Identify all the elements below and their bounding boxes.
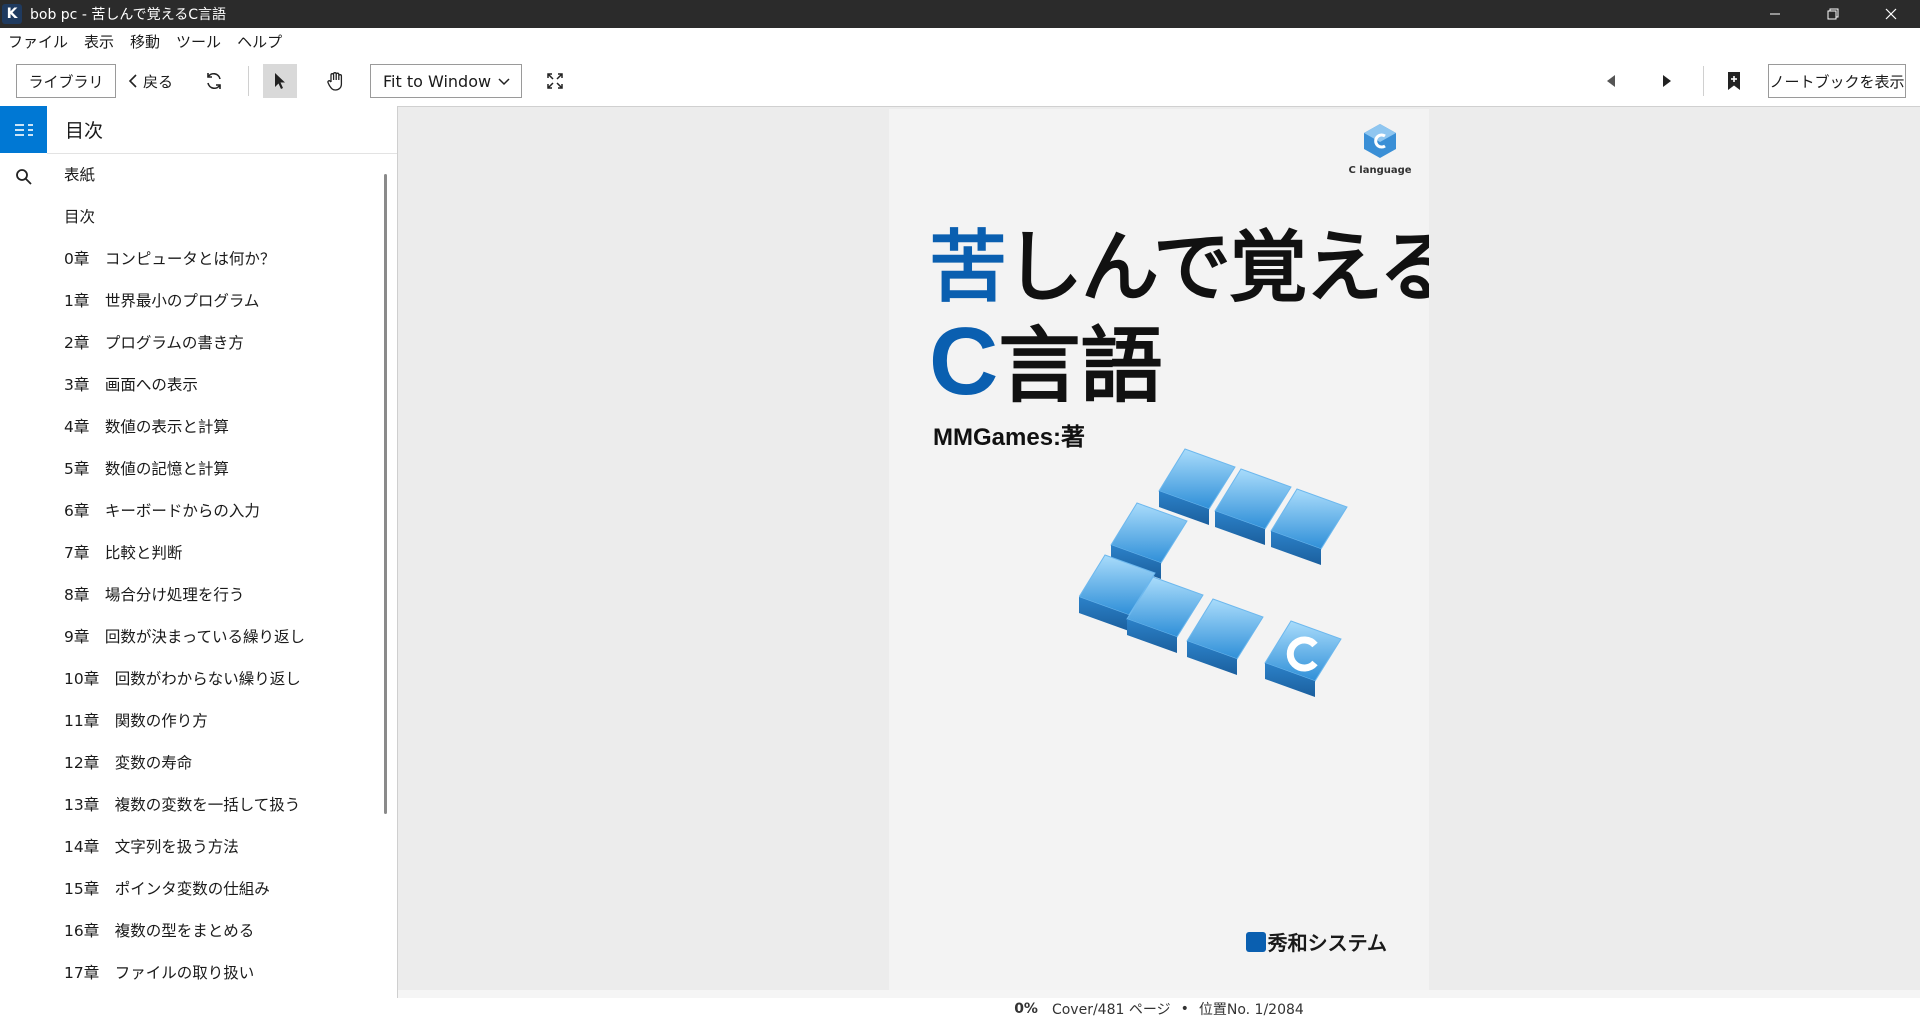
toc-item[interactable]: 15章 ポインタ変数の仕組み (47, 868, 397, 910)
hand-tool-button[interactable] (319, 64, 353, 98)
triangle-right-icon (1663, 75, 1671, 87)
book-viewer[interactable]: C language 苦しんで覚える C言語 MMGames:著 秀和システム (398, 106, 1920, 991)
toolbar: ライブラリ 戻る Fit to Window ノートブックを表示 (0, 56, 1920, 106)
publisher-logo: 秀和システム (1245, 927, 1387, 956)
toc-item[interactable]: 10章 回数がわからない繰り返し (47, 658, 397, 700)
search-tab-button[interactable] (0, 153, 47, 200)
sidebar-rail (0, 106, 48, 998)
toc-item[interactable]: 12章 変数の寿命 (47, 742, 397, 784)
title-c-letter: C (929, 308, 999, 415)
progress-percent: 0% (1014, 1001, 1038, 1017)
toc-item[interactable]: 4章 数値の表示と計算 (47, 406, 397, 448)
c-language-text: C language (1348, 165, 1412, 176)
toolbar-divider (1703, 66, 1704, 96)
refresh-button[interactable] (197, 64, 231, 98)
next-page-button[interactable] (1650, 64, 1684, 98)
show-notebook-button[interactable]: ノートブックを表示 (1768, 64, 1906, 98)
chevron-left-icon (128, 74, 137, 88)
c-language-icon (1364, 124, 1396, 158)
cursor-arrow-icon (275, 73, 285, 89)
book-title-line2: C言語 (929, 299, 1162, 418)
c-language-logo: C language (1345, 121, 1415, 176)
location-indicator: 位置No. 1/2084 (1198, 1002, 1304, 1018)
fullscreen-button[interactable] (538, 64, 572, 98)
toc-panel: 目次 表紙 目次 0章 コンピュータとは何か？ 1章 世界最小のプログラム 2章… (47, 106, 398, 998)
zoom-select[interactable]: Fit to Window (370, 64, 522, 98)
minimize-button[interactable] (1746, 0, 1804, 28)
toc-item[interactable]: 14章 文字列を扱う方法 (47, 826, 397, 868)
toc-tab-button[interactable] (0, 106, 47, 153)
c-block (1264, 620, 1342, 697)
viewer-bottom-strip (398, 990, 1920, 998)
add-bookmark-button[interactable] (1717, 64, 1751, 98)
block (1186, 598, 1264, 675)
book-author: MMGames:著 (933, 424, 1086, 451)
search-icon (15, 168, 32, 185)
zoom-value: Fit to Window (383, 71, 492, 91)
hand-icon (327, 72, 343, 91)
c-blocks-illustration (1079, 448, 1348, 697)
book-cover-page: C language 苦しんで覚える C言語 MMGames:著 秀和システム (889, 109, 1429, 991)
menu-help[interactable]: ヘルプ (229, 28, 290, 56)
toc-item[interactable]: 11章 関数の作り方 (47, 700, 397, 742)
toc-item[interactable]: 9章 回数が決まっている繰り返し (47, 616, 397, 658)
window-controls (1746, 0, 1920, 28)
separator-dot: • (1180, 1001, 1189, 1017)
title-language: 言語 (998, 319, 1163, 414)
menu-tools[interactable]: ツール (168, 28, 229, 56)
menu-file[interactable]: ファイル (0, 28, 76, 56)
status-bar: 0% Cover/481 ページ • 位置No. 1/2084 (398, 998, 1920, 1020)
previous-page-button[interactable] (1594, 64, 1628, 98)
restore-button[interactable] (1804, 0, 1862, 28)
toc-item[interactable]: 13章 複数の変数を一括して扱う (47, 784, 397, 826)
toc-item[interactable]: 1章 世界最小のプログラム (47, 280, 397, 322)
back-label: 戻る (143, 72, 174, 91)
chevron-down-icon (498, 78, 510, 86)
app-icon: K (2, 4, 22, 24)
publisher-name: 秀和システム (1267, 931, 1387, 955)
window-title: bob pc - 苦しんで覚えるC言語 (30, 7, 226, 23)
publisher-mark-icon (1245, 931, 1266, 952)
toc-list: 表紙 目次 0章 コンピュータとは何か？ 1章 世界最小のプログラム 2章 プロ… (47, 154, 397, 994)
toc-item[interactable]: 7章 比較と判断 (47, 532, 397, 574)
fullscreen-icon (547, 73, 563, 89)
page-indicator: Cover/481 ページ (1051, 1002, 1171, 1018)
toc-item[interactable]: 8章 場合分け処理を行う (47, 574, 397, 616)
menu-go[interactable]: 移動 (122, 28, 168, 56)
toc-item[interactable]: 表紙 (47, 154, 397, 196)
restore-icon (1827, 8, 1839, 20)
toc-item[interactable]: 17章 ファイルの取り扱い (47, 952, 397, 994)
menu-bar: ファイル 表示 移動 ツール ヘルプ (0, 28, 1920, 56)
title-bar: K bob pc - 苦しんで覚えるC言語 (0, 0, 1920, 28)
minimize-icon (1770, 13, 1780, 15)
toc-item[interactable]: 3章 画面への表示 (47, 364, 397, 406)
menu-view[interactable]: 表示 (76, 28, 122, 56)
toc-item[interactable]: 2章 プログラムの書き方 (47, 322, 397, 364)
toc-item[interactable]: 目次 (47, 196, 397, 238)
toc-title: 目次 (47, 106, 397, 154)
toc-item[interactable]: 6章 キーボードからの入力 (47, 490, 397, 532)
toc-list-icon (14, 123, 33, 136)
back-button[interactable]: 戻る (127, 64, 173, 98)
bookmark-add-icon (1728, 72, 1740, 90)
toc-item[interactable]: 0章 コンピュータとは何か？ (47, 238, 397, 280)
toc-item[interactable]: 16章 複数の型をまとめる (47, 910, 397, 952)
toc-scrollbar[interactable] (384, 174, 387, 814)
close-icon (1885, 8, 1897, 20)
close-button[interactable] (1862, 0, 1920, 28)
toolbar-divider (248, 66, 249, 96)
library-button[interactable]: ライブラリ (16, 64, 116, 98)
refresh-icon (207, 73, 221, 89)
triangle-left-icon (1607, 75, 1615, 87)
select-tool-button[interactable] (263, 64, 297, 98)
toc-item[interactable]: 5章 数値の記憶と計算 (47, 448, 397, 490)
